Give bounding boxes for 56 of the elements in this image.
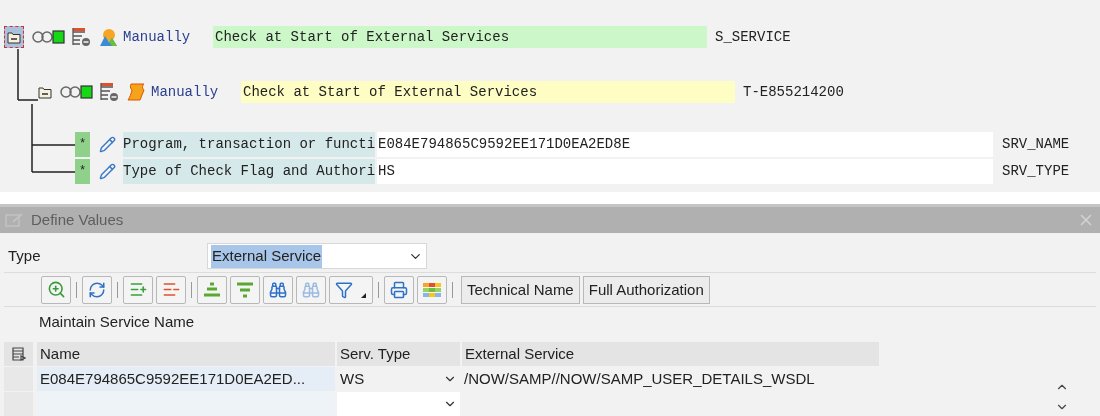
filter-button[interactable] [329,275,373,304]
toolbar-button[interactable]: Full Authorization [582,275,710,304]
field-label: Program, transaction or functi [123,132,375,157]
description-field: Check at Start of External Services [241,81,735,103]
technical-name: SRV_NAME [1002,135,1070,154]
field-value: E084E794865C9592EE171D0EA2ED8E [377,132,993,157]
field-marker: * [75,159,90,184]
table-cell-text: /NOW/SAMP//NOW/SAMP_USER_DETAILS_WSDL [463,369,816,389]
folder-icon[interactable] [38,85,52,99]
column-settings-icon[interactable] [4,342,33,366]
filter-icon [335,280,353,299]
sort-ascending-button[interactable] [197,275,227,304]
description-field: Check at Start of External Services [213,26,707,48]
type-dropdown[interactable]: External Service [207,243,427,270]
delete-row-button[interactable] [156,275,186,304]
type-label: Type [8,246,42,267]
refresh-icon [88,280,106,299]
dialog-title: Define Values [31,209,124,230]
magnifier-icon [46,280,66,300]
mountain-sun-icon [99,27,118,47]
layout-button[interactable] [417,275,447,304]
pencil-icon[interactable] [99,163,116,180]
column-header[interactable]: Name [37,342,335,366]
field-value: HS [377,159,993,184]
binoculars-icon [269,280,287,299]
sort-descending-button[interactable] [230,275,260,304]
toolbar-button[interactable]: Technical Name [461,275,580,304]
traffic-light-icon [32,29,65,45]
technical-name: SRV_TYPE [1002,162,1070,181]
technical-name: T-E855214200 [743,82,844,102]
scroll-icon [127,82,146,102]
sort-descending-icon [236,281,254,298]
printer-icon [390,280,408,299]
binoculars-icon [302,280,320,299]
pencil-icon[interactable] [99,136,116,153]
print-button[interactable] [384,275,414,304]
mode-label: Manually [151,82,220,102]
dropdown-corner-icon [361,293,366,299]
find-button[interactable] [263,275,293,304]
field-marker: * [75,132,90,157]
tree-connector-line [17,49,38,101]
document-minus-icon [100,82,119,102]
traffic-light-icon [60,84,93,100]
insert-row-button[interactable] [123,275,153,304]
details-button[interactable] [41,275,71,304]
document-minus-icon [72,27,91,47]
sort-ascending-icon [203,281,221,298]
technical-name: S_SERVICE [715,27,791,47]
mode-label: Manually [123,27,192,47]
table-cell: E084E794865C9592EE171D0EA2ED... [37,367,335,391]
color-grid-icon [423,282,441,297]
refresh-button[interactable] [82,275,112,304]
column-header[interactable]: External Service [462,342,879,366]
table-title: Maintain Service Name [39,312,195,332]
column-header[interactable]: Serv. Type [337,342,460,366]
field-label: Type of Check Flag and Authori [123,159,375,184]
